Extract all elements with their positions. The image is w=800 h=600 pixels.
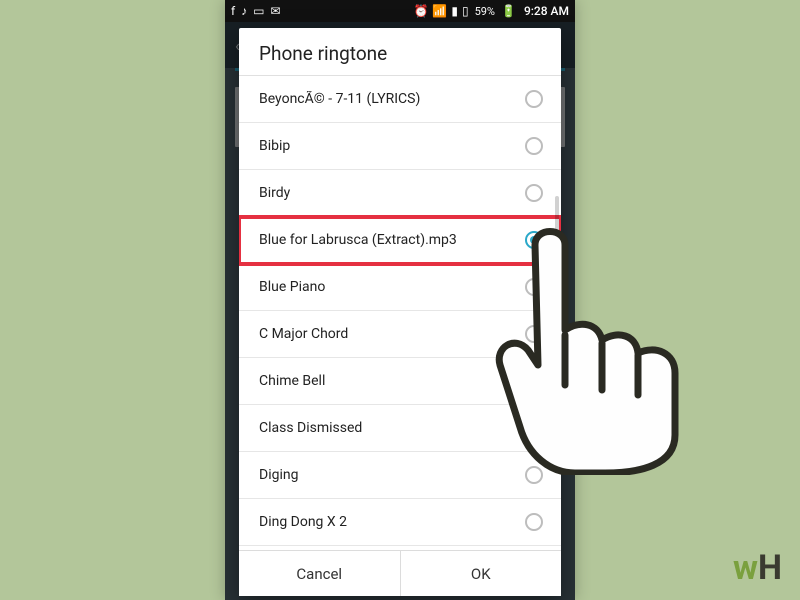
ringtone-label: BeyoncÃ© - 7-11 (LYRICS) — [259, 91, 525, 107]
scrollbar-thumb[interactable] — [555, 196, 559, 376]
clock: 9:28 AM — [524, 4, 569, 18]
radio-icon[interactable] — [525, 372, 543, 390]
radio-icon[interactable] — [525, 90, 543, 108]
ringtone-list[interactable]: BeyoncÃ© - 7-11 (LYRICS) Bibip Birdy Blue f… — [239, 76, 561, 550]
battery-icon: 🔋 — [501, 5, 516, 17]
ringtone-label: Blue for Labrusca (Extract).mp3 — [259, 232, 525, 248]
ringtone-row[interactable]: Bibip — [239, 123, 561, 170]
music-icon: ♪ — [241, 5, 247, 17]
battery-percent: 59% — [475, 5, 495, 18]
ringtone-label: Chime Bell — [259, 373, 525, 389]
wifi-icon: 📶 — [432, 5, 447, 17]
ringtone-label: Bibip — [259, 138, 525, 154]
dialog-buttons: Cancel OK — [239, 550, 561, 596]
ringtone-row[interactable]: Blue Piano — [239, 264, 561, 311]
wikihow-logo: wH — [733, 548, 782, 588]
radio-icon[interactable] — [525, 137, 543, 155]
radio-icon[interactable] — [525, 231, 543, 249]
ringtone-row[interactable]: Ding Dong X 2 — [239, 499, 561, 546]
phone-frame: f ♪ ▭ ✉ ⏰ 📶 ▮ ▯ 59% 🔋 9:28 AM ‹ P B Phon… — [225, 0, 575, 600]
ringtone-row[interactable]: BeyoncÃ© - 7-11 (LYRICS) — [239, 76, 561, 123]
alarm-icon: ⏰ — [413, 5, 428, 17]
ringtone-row[interactable]: Birdy — [239, 170, 561, 217]
radio-icon[interactable] — [525, 325, 543, 343]
status-icons-left: f ♪ ▭ ✉ — [231, 5, 281, 17]
ringtone-row[interactable]: Chime Bell — [239, 358, 561, 405]
ringtone-label: Blue Piano — [259, 279, 525, 295]
ringtone-label: Class Dismissed — [259, 420, 525, 436]
wikihow-w: w — [733, 548, 758, 588]
radio-icon[interactable] — [525, 513, 543, 531]
ringtone-row[interactable]: Blue for Labrusca (Extract).mp3 — [239, 217, 561, 264]
status-bar: f ♪ ▭ ✉ ⏰ 📶 ▮ ▯ 59% 🔋 9:28 AM — [225, 0, 575, 22]
dialog-title: Phone ringtone — [239, 28, 561, 75]
radio-icon[interactable] — [525, 419, 543, 437]
ringtone-label: Diging — [259, 467, 525, 483]
sim-icon: ▯ — [462, 5, 469, 17]
ringtone-row[interactable]: Class Dismissed — [239, 405, 561, 452]
status-icons-right: ⏰ 📶 ▮ ▯ 59% 🔋 9:28 AM — [413, 4, 569, 18]
ringtone-label: Birdy — [259, 185, 525, 201]
facebook-icon: f — [231, 5, 235, 17]
ringtone-row[interactable]: Diging — [239, 452, 561, 499]
ringtone-row[interactable]: C Major Chord — [239, 311, 561, 358]
ringtone-label: Ding Dong X 2 — [259, 514, 525, 530]
ringtone-dialog: Phone ringtone BeyoncÃ© - 7-11 (LYRICS)B… — [239, 28, 561, 596]
chat-icon: ✉ — [271, 5, 281, 17]
ok-button[interactable]: OK — [401, 551, 562, 596]
ringtone-label: C Major Chord — [259, 326, 525, 342]
wikihow-h: H — [758, 548, 782, 588]
signal-icon: ▮ — [451, 5, 458, 17]
gallery-icon: ▭ — [253, 5, 264, 17]
radio-icon[interactable] — [525, 184, 543, 202]
cancel-button[interactable]: Cancel — [239, 551, 400, 596]
radio-icon[interactable] — [525, 466, 543, 484]
radio-icon[interactable] — [525, 278, 543, 296]
